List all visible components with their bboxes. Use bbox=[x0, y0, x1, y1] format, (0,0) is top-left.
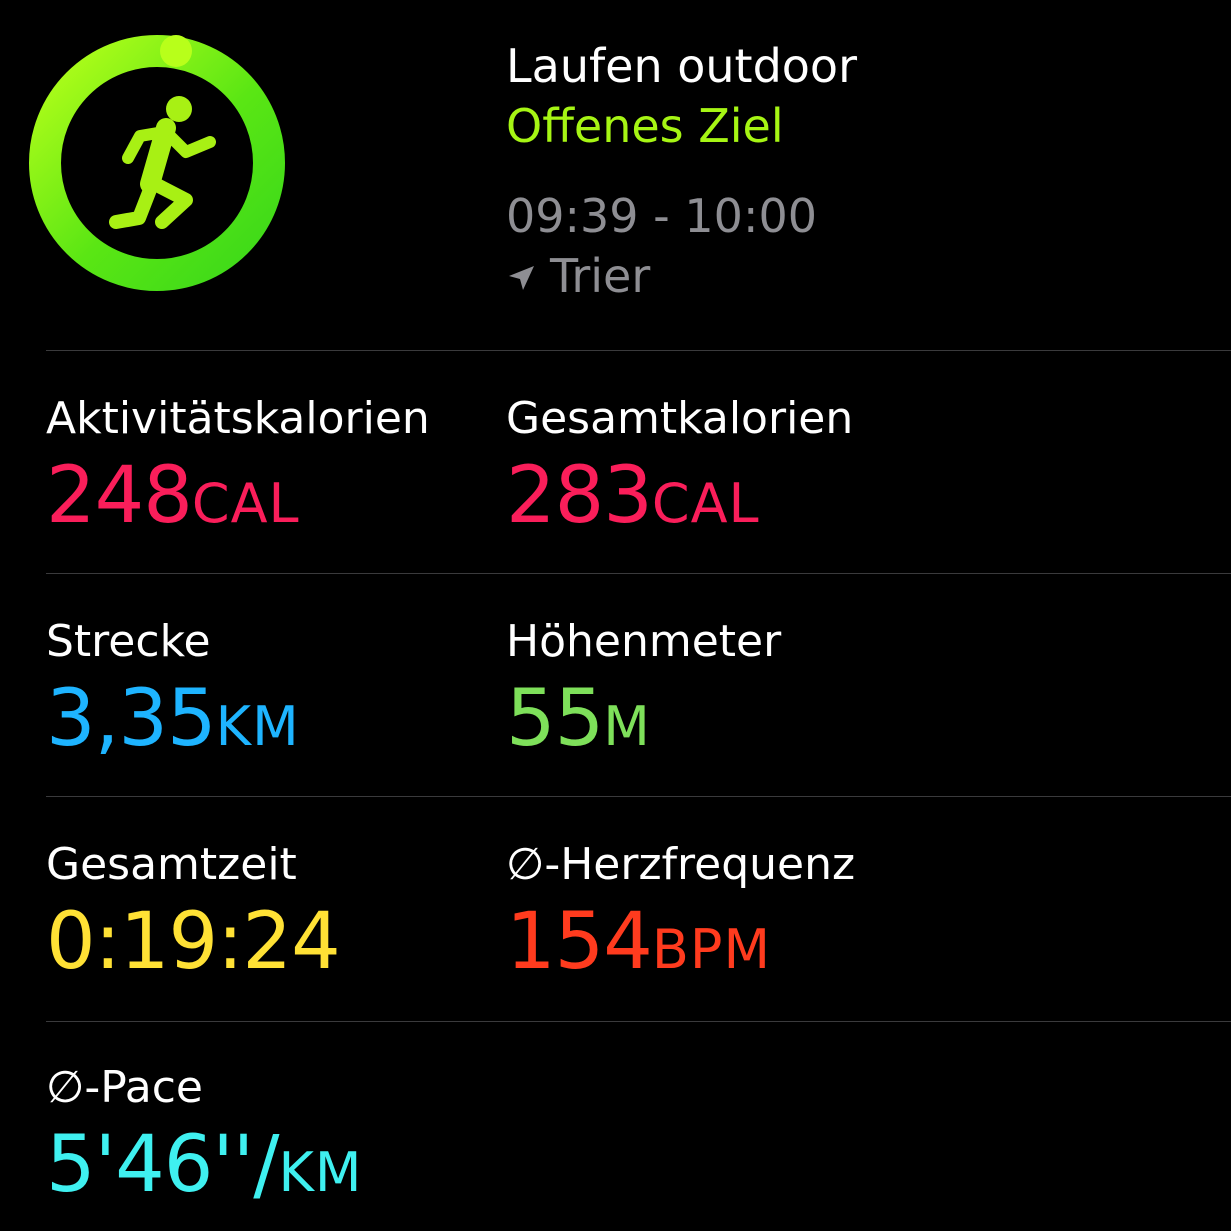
metric-active-calories: Aktivitätskalorien 248CAL bbox=[46, 392, 430, 550]
metric-label: Gesamtkalorien bbox=[506, 393, 854, 444]
metric-avg-pace: ∅-Pace 5'46''/KM bbox=[46, 1061, 363, 1219]
workout-goal: Offenes Ziel bbox=[506, 99, 784, 153]
metric-value: 154BPM bbox=[506, 897, 772, 987]
activity-ring-icon bbox=[29, 35, 285, 291]
workout-info: Laufen outdoor Offenes Ziel 09:39 - 10:0… bbox=[506, 36, 857, 306]
divider bbox=[46, 796, 1231, 797]
workout-time-range: 09:39 - 10:00 bbox=[506, 189, 817, 243]
metric-value: 0:19:24 bbox=[46, 897, 341, 987]
divider bbox=[46, 350, 1231, 351]
divider bbox=[46, 1021, 1231, 1022]
metric-value: 55M bbox=[506, 674, 651, 764]
metric-label: Gesamtzeit bbox=[46, 839, 297, 890]
metric-value: 248CAL bbox=[46, 451, 300, 541]
workout-location: Trier bbox=[506, 246, 857, 306]
metric-value: 5'46''/KM bbox=[46, 1120, 363, 1210]
metric-label: Höhenmeter bbox=[506, 616, 782, 667]
workout-title: Laufen outdoor bbox=[506, 39, 857, 93]
metric-label: ∅-Herzfrequenz bbox=[506, 839, 856, 890]
workout-header: Laufen outdoor Offenes Ziel 09:39 - 10:0… bbox=[0, 0, 1231, 350]
metric-total-calories: Gesamtkalorien 283CAL bbox=[506, 392, 853, 550]
metric-distance: Strecke 3,35KM bbox=[46, 615, 300, 773]
divider bbox=[46, 573, 1231, 574]
location-label: Trier bbox=[550, 249, 651, 303]
metric-value: 283CAL bbox=[506, 451, 760, 541]
running-figure-icon bbox=[109, 96, 216, 229]
metric-label: ∅-Pace bbox=[46, 1062, 203, 1113]
metric-total-time: Gesamtzeit 0:19:24 bbox=[46, 838, 341, 996]
location-arrow-icon bbox=[509, 266, 534, 290]
metric-label: Aktivitätskalorien bbox=[46, 393, 430, 444]
metric-value: 3,35KM bbox=[46, 674, 300, 764]
metric-avg-heart-rate: ∅-Herzfrequenz 154BPM bbox=[506, 838, 855, 996]
metric-label: Strecke bbox=[46, 616, 211, 667]
metric-elevation: Höhenmeter 55M bbox=[506, 615, 781, 773]
